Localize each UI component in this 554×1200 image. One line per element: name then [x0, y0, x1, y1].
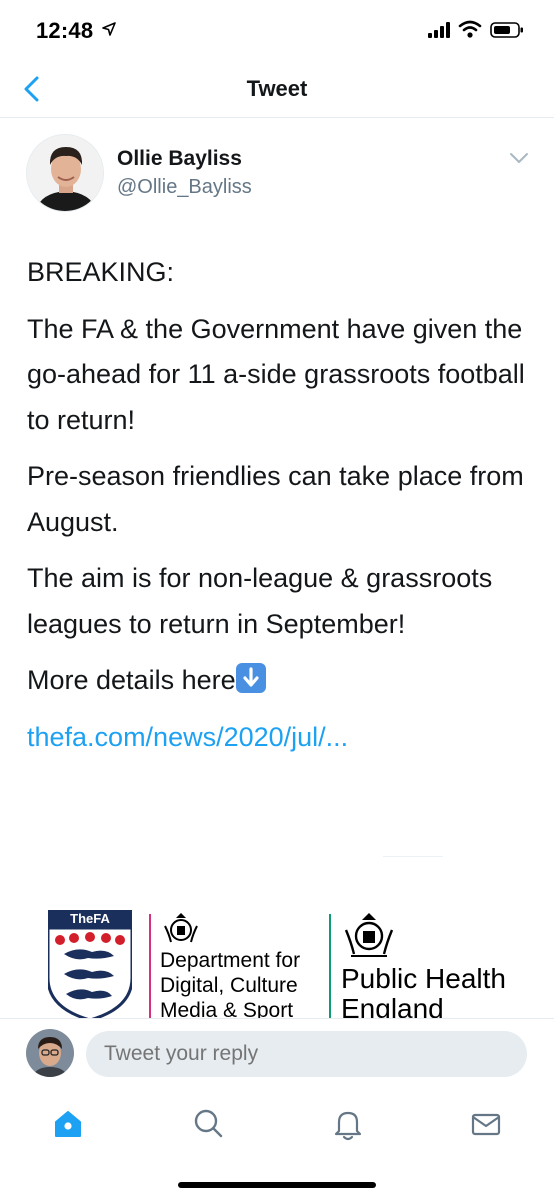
dcms-line: Media & Sport	[160, 999, 294, 1018]
fa-logo-label: TheFA	[48, 910, 132, 928]
battery-icon	[490, 22, 523, 38]
reply-input[interactable]	[86, 1031, 527, 1077]
tweet-paragraph: thefa.com/news/2020/jul/...	[27, 715, 537, 761]
fa-crest-icon	[48, 928, 132, 1018]
chevron-down-icon[interactable]	[509, 152, 529, 164]
bell-icon[interactable]	[330, 1106, 366, 1142]
tweet-text: BREAKING: The FA & the Government have g…	[27, 250, 537, 771]
dcms-logo-text: Department for Digital, Culture Media & …	[160, 948, 330, 1018]
home-icon[interactable]	[50, 1106, 86, 1142]
tweet-paragraph: The aim is for non-league & grassroots l…	[27, 563, 493, 639]
tweet-media-image[interactable]: TheFA Department for Digital, Culture Me…	[27, 856, 527, 1018]
phe-line: Public Health	[341, 963, 506, 994]
author-name[interactable]: Ollie Bayliss	[117, 147, 242, 171]
search-icon[interactable]	[190, 1106, 226, 1142]
user-avatar[interactable]	[26, 1029, 74, 1077]
page-title: Tweet	[246, 76, 308, 101]
nav-bar: Tweet	[0, 62, 554, 118]
status-time: 12:48	[36, 18, 94, 43]
author-handle[interactable]: @Ollie_Bayliss	[117, 176, 252, 199]
more-details-text: More details here	[27, 665, 236, 695]
home-indicator[interactable]	[178, 1182, 376, 1188]
reply-bar	[0, 1018, 554, 1090]
mail-icon[interactable]	[468, 1106, 504, 1142]
divider-line	[329, 914, 331, 1018]
cellular-signal-icon	[428, 22, 450, 38]
tweet-paragraph: Pre-season friendlies can take place fro…	[27, 461, 524, 537]
dcms-line: Department for	[160, 949, 301, 972]
media-divider	[383, 856, 443, 857]
tweet-paragraph: The FA & the Government have given the g…	[27, 313, 525, 435]
tweet-paragraph: BREAKING:	[27, 257, 175, 287]
tweet-author: Ollie Bayliss @Ollie_Bayliss	[0, 118, 554, 230]
royal-arms-icon	[344, 913, 394, 957]
author-avatar[interactable]	[26, 134, 104, 212]
status-bar: 12:48	[0, 0, 554, 62]
tweet-paragraph: More details here	[27, 658, 537, 704]
location-arrow-icon	[102, 22, 116, 36]
dcms-line: Digital, Culture	[160, 974, 298, 997]
tweet-link[interactable]: thefa.com/news/2020/jul/...	[27, 722, 348, 752]
phe-logo-text: Public Health England	[341, 963, 527, 1019]
wifi-icon	[458, 20, 482, 38]
phe-line: England	[341, 993, 444, 1019]
down-arrow-emoji-icon	[235, 663, 266, 693]
divider-line	[149, 914, 151, 1018]
royal-arms-icon	[164, 913, 198, 943]
